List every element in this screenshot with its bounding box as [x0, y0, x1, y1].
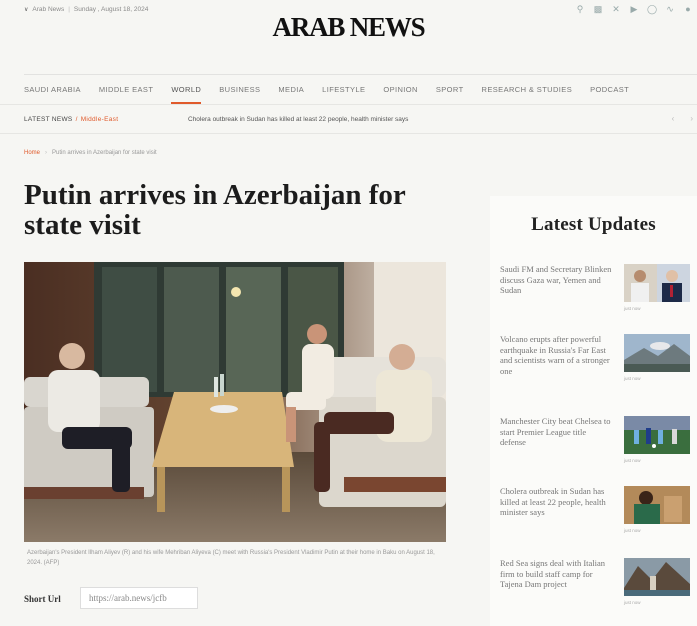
story-date: just now: [624, 306, 641, 311]
story-thumbnail-image: [624, 416, 690, 454]
story-thumbnail[interactable]: [624, 416, 690, 454]
story-thumbnail-image: [624, 558, 690, 596]
nav-item-saudi-arabia[interactable]: SAUDI ARABIA: [24, 85, 81, 94]
article-photo[interactable]: [24, 262, 446, 542]
nav-item-business[interactable]: BUSINESS: [219, 85, 260, 94]
ticker-label: LATEST NEWS: [24, 116, 73, 123]
photo-caption: Azerbaijan's President Ilham Aliyev (R) …: [27, 550, 435, 566]
chevron-left-icon[interactable]: ‹: [672, 114, 675, 123]
facebook-icon[interactable]: ▩: [593, 4, 603, 15]
latest-updates-sidebar: Latest Updates Saudi FM and Secretary Bl…: [490, 196, 697, 626]
nav-item-research-studies[interactable]: RESEARCH & STUDIES: [482, 85, 573, 94]
ticker-headline[interactable]: Cholera outbreak in Sudan has killed at …: [188, 116, 408, 123]
nav-item-world[interactable]: WORLD: [171, 85, 202, 104]
ticker-controls: ‹ ›: [672, 114, 693, 123]
latest-news-ticker: LATEST NEWS / Middle-East Cholera outbreak…: [0, 104, 697, 134]
story-thumbnail[interactable]: [624, 486, 690, 524]
story-headline[interactable]: Saudi FM and Secretary Blinken discuss G…: [500, 264, 612, 296]
chevron-right-icon[interactable]: ›: [690, 114, 693, 123]
story-thumbnail[interactable]: [624, 558, 690, 596]
nav-item-lifestyle[interactable]: LIFESTYLE: [322, 85, 365, 94]
rss-icon[interactable]: ∿: [665, 4, 675, 15]
sidebar-title: Latest Updates: [531, 214, 656, 235]
story-date: just now: [624, 528, 641, 533]
nav-item-opinion[interactable]: OPINION: [383, 85, 417, 94]
nav-item-middle-east[interactable]: MIDDLE EAST: [99, 85, 153, 94]
short-url-label: Short Url: [24, 594, 61, 604]
social-icons: ⚲ ▩ ✕ ▶ ◯ ∿ ●: [575, 4, 693, 15]
story-thumbnail-image: [624, 486, 690, 524]
story-headline[interactable]: Cholera outbreak in Sudan has killed at …: [500, 486, 612, 518]
story-thumbnail[interactable]: [624, 334, 690, 372]
story-thumbnail-image: [624, 264, 690, 302]
instagram-icon[interactable]: ◯: [647, 4, 657, 15]
short-url-field[interactable]: https://arab.news/jcfb: [80, 587, 198, 609]
nav-item-podcast[interactable]: PODCAST: [590, 85, 629, 94]
main-nav: SAUDI ARABIA MIDDLE EAST WORLD BUSINESS …: [24, 74, 697, 104]
story-headline[interactable]: Manchester City beat Chelsea to start Pr…: [500, 416, 612, 448]
story-date: just now: [624, 600, 641, 605]
story-thumbnail[interactable]: [624, 264, 690, 302]
nav-item-sport[interactable]: SPORT: [436, 85, 464, 94]
site-logo[interactable]: ARAB NEWS: [0, 12, 697, 43]
top-bar: ∨ Arab News | Sunday , August 18, 2024 A…: [0, 0, 697, 58]
photo-illustration: [24, 262, 446, 542]
story-date: just now: [624, 376, 641, 381]
breadcrumb-separator: ›: [45, 150, 48, 156]
page-title: Putin arrives in Azerbaijan for state vi…: [24, 179, 406, 241]
story-headline[interactable]: Volcano erupts after powerful earthquake…: [500, 334, 612, 376]
breadcrumb: Home › Putin arrives in Azerbaijan for sta…: [24, 150, 157, 156]
youtube-icon[interactable]: ▶: [629, 4, 639, 15]
breadcrumb-current: Putin arrives in Azerbaijan for state vi…: [52, 150, 157, 156]
nav-item-media[interactable]: MEDIA: [278, 85, 304, 94]
ticker-label-group: LATEST NEWS / Middle-East: [24, 116, 118, 123]
x-icon[interactable]: ✕: [611, 4, 621, 15]
story-date: just now: [624, 458, 641, 463]
ticker-category[interactable]: Middle-East: [81, 116, 119, 123]
story-thumbnail-image: [624, 334, 690, 372]
story-headline[interactable]: Red Sea signs deal with Italian firm to …: [500, 558, 612, 590]
globe-icon[interactable]: ●: [683, 4, 693, 15]
ticker-slash: /: [75, 116, 78, 123]
breadcrumb-home[interactable]: Home: [24, 150, 40, 156]
search-icon[interactable]: ⚲: [575, 4, 585, 15]
